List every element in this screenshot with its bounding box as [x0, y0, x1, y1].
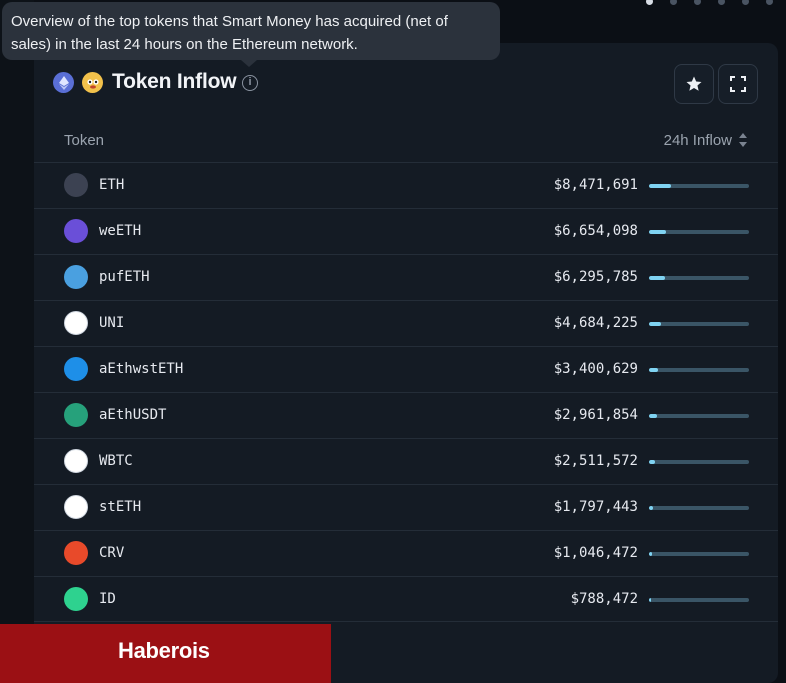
inflow-bar	[649, 460, 749, 464]
token-name[interactable]: CRV	[99, 545, 124, 561]
token-name[interactable]: aEthUSDT	[99, 407, 166, 423]
id-token-icon	[64, 587, 88, 611]
inflow-bar	[649, 322, 749, 326]
eth-token-icon	[64, 173, 88, 197]
inflow-value: $8,471,691	[553, 177, 638, 193]
crv-token-icon	[64, 541, 88, 565]
table-row[interactable]: UNI $4,684,225	[34, 300, 778, 346]
ethereum-icon	[53, 72, 74, 93]
info-icon[interactable]: i	[242, 75, 258, 91]
expand-icon	[730, 76, 746, 92]
inflow-value: $4,684,225	[553, 315, 638, 331]
token-name[interactable]: pufETH	[99, 269, 150, 285]
token-name[interactable]: weETH	[99, 223, 141, 239]
tooltip-text: Overview of the top tokens that Smart Mo…	[11, 13, 448, 53]
inflow-value: $6,295,785	[553, 269, 638, 285]
inflow-bar-fill	[649, 552, 652, 556]
card-title: Token Inflow	[112, 70, 237, 93]
inflow-bar	[649, 368, 749, 372]
inflow-value: $6,654,098	[553, 223, 638, 239]
inflow-value: $2,961,854	[553, 407, 638, 423]
token-name[interactable]: UNI	[99, 315, 124, 331]
inflow-bar	[649, 184, 749, 188]
weeth-token-icon	[64, 219, 88, 243]
inflow-bar	[649, 276, 749, 280]
carousel-dots[interactable]	[646, 0, 773, 5]
tooltip-arrow	[241, 60, 257, 67]
pufeth-token-icon	[64, 265, 88, 289]
aethusdt-token-icon	[64, 403, 88, 427]
inflow-bar-fill	[649, 322, 661, 326]
inflow-value: $2,511,572	[553, 453, 638, 469]
table-row[interactable]: ID $788,472	[34, 576, 778, 622]
banner-text: Haberois	[118, 638, 210, 663]
carousel-dot[interactable]	[694, 0, 701, 5]
left-panel	[0, 0, 34, 683]
aethwsteth-token-icon	[64, 357, 88, 381]
table-row[interactable]: weETH $6,654,098	[34, 208, 778, 254]
carousel-dot[interactable]	[766, 0, 773, 5]
token-list: ETH $8,471,691 weETH $6,654,098 pufETH $6,295…	[34, 162, 778, 622]
favorite-button[interactable]	[674, 64, 714, 104]
inflow-bar-fill	[649, 184, 671, 188]
carousel-dot[interactable]	[742, 0, 749, 5]
fullscreen-button[interactable]	[718, 64, 758, 104]
token-name[interactable]: ID	[99, 591, 116, 607]
column-header-token: Token	[64, 132, 105, 149]
wbtc-token-icon	[64, 449, 88, 473]
inflow-bar-fill	[649, 460, 655, 464]
inflow-value: $788,472	[570, 591, 638, 607]
inflow-bar-fill	[649, 276, 665, 280]
column-header-inflow[interactable]: 24h Inflow	[664, 132, 732, 149]
inflow-bar	[649, 414, 749, 418]
carousel-dot[interactable]	[670, 0, 677, 5]
star-icon	[686, 76, 702, 91]
inflow-bar	[649, 552, 749, 556]
carousel-dot-active[interactable]	[646, 0, 653, 5]
table-row[interactable]: ETH $8,471,691	[34, 162, 778, 208]
inflow-bar-fill	[649, 230, 666, 234]
table-header: Token 24h Inflow	[34, 123, 778, 163]
token-name[interactable]: stETH	[99, 499, 141, 515]
emoji-icon	[82, 72, 103, 93]
inflow-bar-fill	[649, 368, 658, 372]
uni-token-icon	[64, 311, 88, 335]
table-row[interactable]: CRV $1,046,472	[34, 530, 778, 576]
steth-token-icon	[64, 495, 88, 519]
inflow-bar-fill	[649, 598, 651, 602]
inflow-bar-fill	[649, 506, 653, 510]
table-row[interactable]: pufETH $6,295,785	[34, 254, 778, 300]
sort-icon[interactable]	[738, 132, 748, 148]
table-row[interactable]: aEthwstETH $3,400,629	[34, 346, 778, 392]
inflow-bar	[649, 598, 749, 602]
carousel-dot[interactable]	[718, 0, 725, 5]
info-tooltip: Overview of the top tokens that Smart Mo…	[2, 2, 500, 60]
token-name[interactable]: ETH	[99, 177, 124, 193]
table-row[interactable]: aEthUSDT $2,961,854	[34, 392, 778, 438]
token-inflow-card: Token Inflow i Token 24h Inflow ETH $8,47…	[34, 43, 778, 683]
inflow-value: $1,797,443	[553, 499, 638, 515]
table-row[interactable]: WBTC $2,511,572	[34, 438, 778, 484]
token-name[interactable]: WBTC	[99, 453, 133, 469]
inflow-value: $1,046,472	[553, 545, 638, 561]
inflow-bar	[649, 506, 749, 510]
token-name[interactable]: aEthwstETH	[99, 361, 183, 377]
inflow-bar-fill	[649, 414, 657, 418]
watermark-banner: Haberois	[0, 624, 331, 683]
inflow-value: $3,400,629	[553, 361, 638, 377]
inflow-bar	[649, 230, 749, 234]
table-row[interactable]: stETH $1,797,443	[34, 484, 778, 530]
